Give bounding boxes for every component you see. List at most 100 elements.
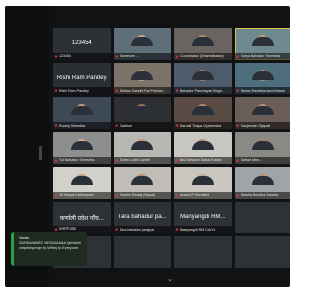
participant-name: Manyangdi RM CAO's (180, 227, 216, 232)
mic-muted-icon: ✖ (114, 227, 119, 233)
participant-tile[interactable]: ✖ Barsha Boudha Sandes (234, 166, 291, 199)
participant-tile[interactable] (234, 201, 290, 234)
participant-tile[interactable] (234, 236, 290, 268)
mic-muted-icon: ✖ (114, 192, 119, 198)
participant-body (131, 36, 154, 46)
participant-nameplate: ✖ Bidhan Gandhi Rai Pokhari... (113, 87, 171, 95)
participant-nameplate: ✖ Tara bahadur panjiyar (113, 226, 171, 234)
participant-video (235, 63, 291, 88)
participant-tile[interactable]: Manyangdi RM... ✖ Manyangdi RM CAO's (174, 201, 232, 234)
participant-body (70, 140, 93, 150)
mic-muted-icon: ✖ (54, 192, 58, 198)
participant-video (235, 167, 291, 192)
participant-tile[interactable]: ✖ Gadkuri (113, 97, 172, 130)
chat-sender: Vanto (19, 235, 30, 240)
participant-body (252, 36, 275, 46)
participant-tile[interactable]: ✖ Karnali Thapa Gyanendra (174, 97, 232, 130)
participant-name: Surya Bahadur Shrestha (240, 54, 280, 59)
participant-tile[interactable]: ✖ Someone ... (113, 28, 171, 60)
participant-tile[interactable]: ✖ Surya Bahadur Shrestha (234, 28, 291, 60)
participant-tile[interactable]: कर्णाली प्रदेश पाँच... ✖ कर्णाली प्रदेश (53, 201, 111, 234)
participant-gallery: 123454 ✖ 123454 ✖ Someone ... ✖ Coordinator (D… (53, 28, 290, 268)
participant-tile[interactable]: ✖ Coordinator (Dhanbahadur) (174, 28, 232, 60)
participant-tile[interactable]: ✖ Bidhan Gandhi Rai Pokhari... (113, 62, 172, 95)
mic-muted-icon: ✖ (54, 88, 58, 94)
participant-video (114, 132, 172, 157)
mic-muted-icon: ✖ (114, 53, 119, 59)
participant-tile[interactable]: ✖ Tul Bahadur Shrestha... (53, 132, 111, 164)
participant-tile[interactable] (113, 236, 171, 268)
participant-tile[interactable]: ✖ Bahadur Panchayat Singh... (174, 62, 232, 95)
participant-nameplate: ✖ Coordinator (Dhanbahadur) (174, 52, 232, 60)
participant-body (252, 140, 275, 150)
participant-nameplate: ✖ Karnali Thapa Gyanendra (174, 122, 232, 130)
participant-video (114, 63, 172, 88)
participant-tile[interactable]: ✖ Sanjeevan Sijapati (234, 97, 290, 130)
participant-body (191, 71, 214, 81)
participant-nameplate: ✖ Barsha Boudha Sandes (234, 191, 290, 199)
participant-nameplate: ✖ 123454 (53, 52, 111, 60)
video-conference-window: 123454 ✖ 123454 ✖ Someone ... ✖ Coordinator (D… (5, 6, 290, 287)
participant-body (252, 175, 275, 185)
participant-display-name: Manyangdi RM... (180, 213, 226, 220)
participant-tile[interactable]: ✖ Bal Bahadur Dahal Kodari (174, 132, 232, 164)
mic-muted-icon: ✖ (54, 157, 58, 163)
participant-tile[interactable]: 123454 ✖ 123454 (53, 28, 111, 60)
participant-display-name: Rishi Ram Pandey (56, 74, 107, 81)
participant-display-name: 123454 (71, 40, 92, 47)
participant-name: Barsha Boudha Sandes (240, 193, 279, 198)
mic-muted-icon: ✖ (235, 88, 240, 94)
participant-nameplate: ✖ Sarkar Mun.... (234, 156, 290, 164)
mic-muted-icon: ✖ (235, 192, 240, 198)
participant-video (53, 167, 111, 192)
participant-video (114, 167, 172, 192)
participant-name: Vit Nepali Kathmandu (59, 193, 94, 198)
participant-tile[interactable]: Rishi Ram Pandey ✖ Rishi Ram Pandey (53, 62, 111, 95)
participant-body (131, 175, 154, 185)
participant-video (174, 28, 232, 53)
participant-tile[interactable]: ✖ Suresh Reddy (Nepal) (113, 166, 172, 199)
participant-tile[interactable]: ✖ Suma Luitel Luintel (113, 132, 172, 164)
participant-body (191, 106, 214, 116)
participant-nameplate: ✖ Bahadur Panchayat Singh... (174, 87, 232, 95)
participant-body (131, 106, 154, 116)
participant-tile[interactable]: ✖ Tanka Shrestha lamichhane (234, 62, 291, 95)
participant-video (114, 97, 172, 122)
mic-muted-icon: ✖ (235, 157, 240, 163)
participant-tile[interactable]: ✖ Rudraj Shrestha (53, 97, 111, 130)
participant-nameplate: ✖ Sanjeevan Sijapati (234, 122, 290, 130)
panel-resize-handle[interactable] (39, 146, 42, 160)
participant-name: Tara bahadur panjiyar (119, 227, 155, 232)
participant-display-name: Tara bahadur pa... (117, 213, 167, 220)
mic-muted-icon: ✖ (235, 123, 240, 129)
mic-muted-icon: ✖ (235, 53, 240, 59)
participant-name: Sanjeevan Sijapati (240, 123, 271, 128)
participant-nameplate: ✖ Bal Bahadur Dahal Kodari (174, 156, 232, 164)
participant-tile[interactable]: Tara bahadur pa... ✖ Tara bahadur panjiyar (113, 201, 171, 234)
participant-name: Bidhan Gandhi Rai Pokhari... (119, 88, 166, 93)
participant-nameplate: ✖ Gadkuri (113, 122, 171, 130)
participant-body (70, 106, 93, 116)
participant-tile[interactable]: ✖ Anand R Shrestha (174, 166, 232, 199)
participant-video (174, 167, 232, 192)
mic-muted-icon: ✖ (175, 157, 179, 163)
participant-video (235, 28, 291, 53)
participant-tile[interactable] (174, 236, 232, 268)
mic-muted-icon: ✖ (54, 53, 58, 59)
participant-body (191, 140, 214, 150)
participant-video (174, 97, 232, 122)
chat-message: SARNAWARC INSDAAAAA ljsbhbnhcmplhmpmqn f… (19, 241, 82, 250)
mic-muted-icon: ✖ (175, 227, 179, 233)
participant-display-name: कर्णाली प्रदेश पाँच... (59, 215, 104, 222)
participant-name: 123454 (59, 54, 71, 59)
participant-tile[interactable]: ✖ Sarkar Mun.... (234, 132, 290, 164)
participant-name: Anand R Shrestha (180, 193, 210, 198)
chevron-down-icon[interactable]: ⌄ (165, 276, 175, 284)
participant-nameplate: ✖ Suma Luitel Luintel (113, 156, 171, 164)
chat-notification[interactable]: Vanto SARNAWARC INSDAAAAA ljsbhbnhcmplhm… (11, 232, 87, 266)
participant-nameplate: ✖ Anand R Shrestha (174, 191, 232, 199)
participant-name: Bahadur Panchayat Singh... (180, 88, 225, 93)
mic-muted-icon: ✖ (114, 157, 119, 163)
participant-name: Bal Bahadur Dahal Kodari (180, 158, 222, 163)
participant-tile[interactable]: ✖ Vit Nepali Kathmandu (53, 166, 111, 199)
